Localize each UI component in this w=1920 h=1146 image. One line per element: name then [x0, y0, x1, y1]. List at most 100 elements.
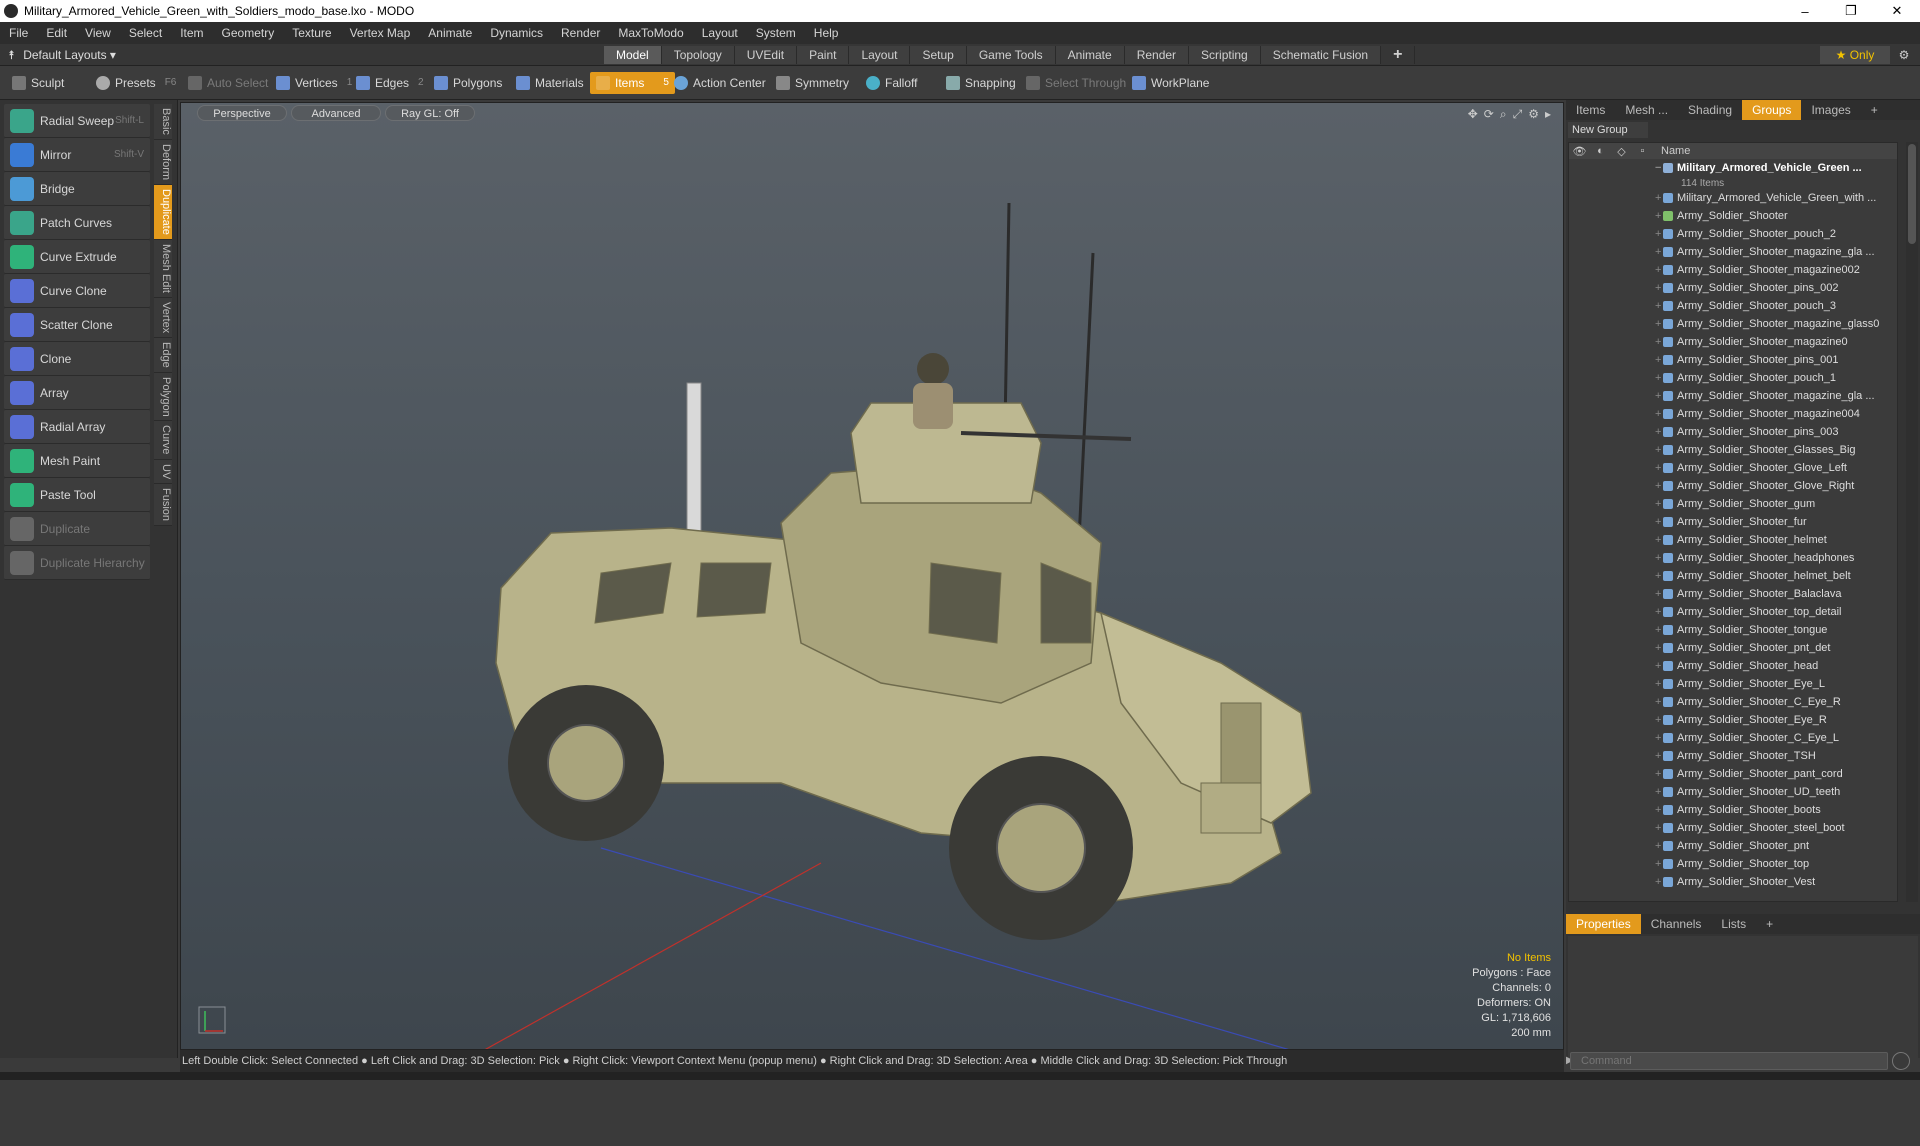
list-item[interactable]: + Army_Soldier_Shooter_pouch_1 — [1569, 369, 1897, 387]
tool-tab-curve[interactable]: Curve — [154, 421, 172, 460]
list-item[interactable]: + Army_Soldier_Shooter — [1569, 207, 1897, 225]
expand-icon[interactable]: + — [1655, 768, 1663, 780]
list-item[interactable]: + Army_Soldier_Shooter_UD_teeth — [1569, 783, 1897, 801]
3d-viewport[interactable]: Perspective Advanced Ray GL: Off ✥ ⟳ ⌕ ⤢… — [180, 102, 1564, 1050]
tool-tab-polygon[interactable]: Polygon — [154, 372, 172, 422]
tool-clone[interactable]: Clone — [4, 342, 150, 376]
list-item[interactable]: + Army_Soldier_Shooter_top_detail — [1569, 603, 1897, 621]
tool-patch-curves[interactable]: Patch Curves — [4, 206, 150, 240]
expand-icon[interactable]: + — [1655, 318, 1663, 330]
expand-icon[interactable]: + — [1655, 192, 1663, 204]
expand-icon[interactable]: + — [1655, 462, 1663, 474]
symmetry-button[interactable]: Symmetry — [770, 72, 855, 94]
default-layouts-dropdown[interactable]: ⯭ Default Layouts ▾ — [8, 46, 116, 64]
materials-mode-button[interactable]: Materials — [510, 72, 590, 94]
expand-icon[interactable]: + — [1655, 588, 1663, 600]
add-layout-tab-button[interactable]: + — [1381, 46, 1416, 64]
tool-tab-duplicate[interactable]: Duplicate — [154, 184, 172, 240]
expand-icon[interactable]: + — [1655, 660, 1663, 672]
list-item[interactable]: + Army_Soldier_Shooter_Glove_Left — [1569, 459, 1897, 477]
list-tab-groups[interactable]: Groups — [1742, 100, 1802, 120]
tool-tab-edge[interactable]: Edge — [154, 337, 172, 373]
layout-collapse-icon[interactable]: ⯭ — [8, 48, 15, 63]
list-item[interactable]: + Army_Soldier_Shooter_pins_002 — [1569, 279, 1897, 297]
menu-help[interactable]: Help — [805, 26, 848, 40]
expand-icon[interactable]: + — [1655, 372, 1663, 384]
command-input[interactable] — [1570, 1052, 1888, 1070]
list-item[interactable]: + Army_Soldier_Shooter_magazine0 — [1569, 333, 1897, 351]
list-item[interactable]: + Army_Soldier_Shooter_magazine002 — [1569, 261, 1897, 279]
armored-vehicle-model[interactable] — [401, 143, 1361, 1023]
menu-view[interactable]: View — [76, 26, 120, 40]
tool-tab-mesh-edit[interactable]: Mesh Edit — [154, 239, 172, 298]
expand-icon[interactable]: + — [1655, 858, 1663, 870]
tool-mirror[interactable]: Mirror Shift-V — [4, 138, 150, 172]
expand-icon[interactable]: + — [1655, 210, 1663, 222]
list-tab-items[interactable]: Items — [1566, 100, 1615, 120]
tool-curve-clone[interactable]: Curve Clone — [4, 274, 150, 308]
tool-scatter-clone[interactable]: Scatter Clone — [4, 308, 150, 342]
only-toggle[interactable]: ★ Only — [1820, 46, 1890, 64]
tool-tab-fusion[interactable]: Fusion — [154, 484, 172, 527]
tool-radial-array[interactable]: Radial Array — [4, 410, 150, 444]
expand-icon[interactable]: + — [1655, 750, 1663, 762]
layout-tab-layout[interactable]: Layout — [849, 46, 911, 64]
list-item[interactable]: + Army_Soldier_Shooter_Glasses_Big — [1569, 441, 1897, 459]
layout-tab-topology[interactable]: Topology — [661, 46, 735, 64]
props-tab-add[interactable]: + — [1756, 914, 1783, 934]
close-button[interactable]: ✕ — [1874, 0, 1920, 22]
tool-tab-deform[interactable]: Deform — [154, 139, 172, 185]
list-item[interactable]: + Military_Armored_Vehicle_Green_with ... — [1569, 189, 1897, 207]
list-tab-add[interactable]: + — [1861, 100, 1888, 120]
menu-edit[interactable]: Edit — [37, 26, 76, 40]
menu-geometry[interactable]: Geometry — [213, 26, 284, 40]
lock-column-icon[interactable]: ◐ — [1590, 145, 1611, 157]
menu-system[interactable]: System — [747, 26, 805, 40]
list-item[interactable]: + Army_Soldier_Shooter_head — [1569, 657, 1897, 675]
tool-curve-extrude[interactable]: Curve Extrude — [4, 240, 150, 274]
expand-icon[interactable]: + — [1655, 354, 1663, 366]
expand-icon[interactable]: + — [1655, 480, 1663, 492]
menu-animate[interactable]: Animate — [419, 26, 481, 40]
command-history-icon[interactable] — [1892, 1052, 1910, 1070]
polygons-mode-button[interactable]: Polygons — [428, 72, 508, 94]
list-item[interactable]: + Army_Soldier_Shooter_tongue — [1569, 621, 1897, 639]
layout-tab-scripting[interactable]: Scripting — [1189, 46, 1261, 64]
workplane-button[interactable]: WorkPlane — [1126, 72, 1215, 94]
menu-render[interactable]: Render — [552, 26, 609, 40]
expand-icon[interactable]: + — [1655, 336, 1663, 348]
props-tab-properties[interactable]: Properties — [1566, 914, 1641, 934]
layout-tab-paint[interactable]: Paint — [797, 46, 850, 64]
expand-icon[interactable]: + — [1655, 606, 1663, 618]
expand-icon[interactable]: + — [1655, 516, 1663, 528]
list-item[interactable]: + Army_Soldier_Shooter_pouch_3 — [1569, 297, 1897, 315]
tool-bridge[interactable]: Bridge — [4, 172, 150, 206]
menu-item[interactable]: Item — [171, 26, 212, 40]
list-item[interactable]: + Army_Soldier_Shooter_C_Eye_R — [1569, 693, 1897, 711]
list-item[interactable]: + Army_Soldier_Shooter_pouch_2 — [1569, 225, 1897, 243]
expand-icon[interactable]: + — [1655, 822, 1663, 834]
list-item[interactable]: + Army_Soldier_Shooter_pins_003 — [1569, 423, 1897, 441]
expand-icon[interactable]: + — [1655, 552, 1663, 564]
list-tab-images[interactable]: Images — [1801, 100, 1860, 120]
list-item[interactable]: + Army_Soldier_Shooter_pnt — [1569, 837, 1897, 855]
expand-icon[interactable]: + — [1655, 282, 1663, 294]
list-item[interactable]: + Army_Soldier_Shooter_headphones — [1569, 549, 1897, 567]
expand-icon[interactable]: + — [1655, 732, 1663, 744]
menu-dynamics[interactable]: Dynamics — [481, 26, 552, 40]
list-item[interactable]: + Army_Soldier_Shooter_helmet — [1569, 531, 1897, 549]
props-tab-channels[interactable]: Channels — [1641, 914, 1712, 934]
list-item[interactable]: + Army_Soldier_Shooter_C_Eye_L — [1569, 729, 1897, 747]
scrollbar-thumb[interactable] — [1908, 144, 1916, 244]
expand-icon[interactable]: + — [1655, 570, 1663, 582]
expand-icon[interactable]: + — [1655, 678, 1663, 690]
layout-tab-model[interactable]: Model — [604, 46, 662, 64]
action-center-button[interactable]: Action Center — [668, 72, 772, 94]
tool-radial-sweep[interactable]: Radial Sweep Shift-L — [4, 104, 150, 138]
tool-tab-vertex[interactable]: Vertex — [154, 297, 172, 338]
list-item[interactable]: + Army_Soldier_Shooter_Eye_R — [1569, 711, 1897, 729]
list-item[interactable]: + Army_Soldier_Shooter_steel_boot — [1569, 819, 1897, 837]
layout-tab-setup[interactable]: Setup — [910, 46, 967, 64]
select-column-icon[interactable]: ◇ — [1611, 145, 1632, 158]
list-item[interactable]: + Army_Soldier_Shooter_TSH — [1569, 747, 1897, 765]
